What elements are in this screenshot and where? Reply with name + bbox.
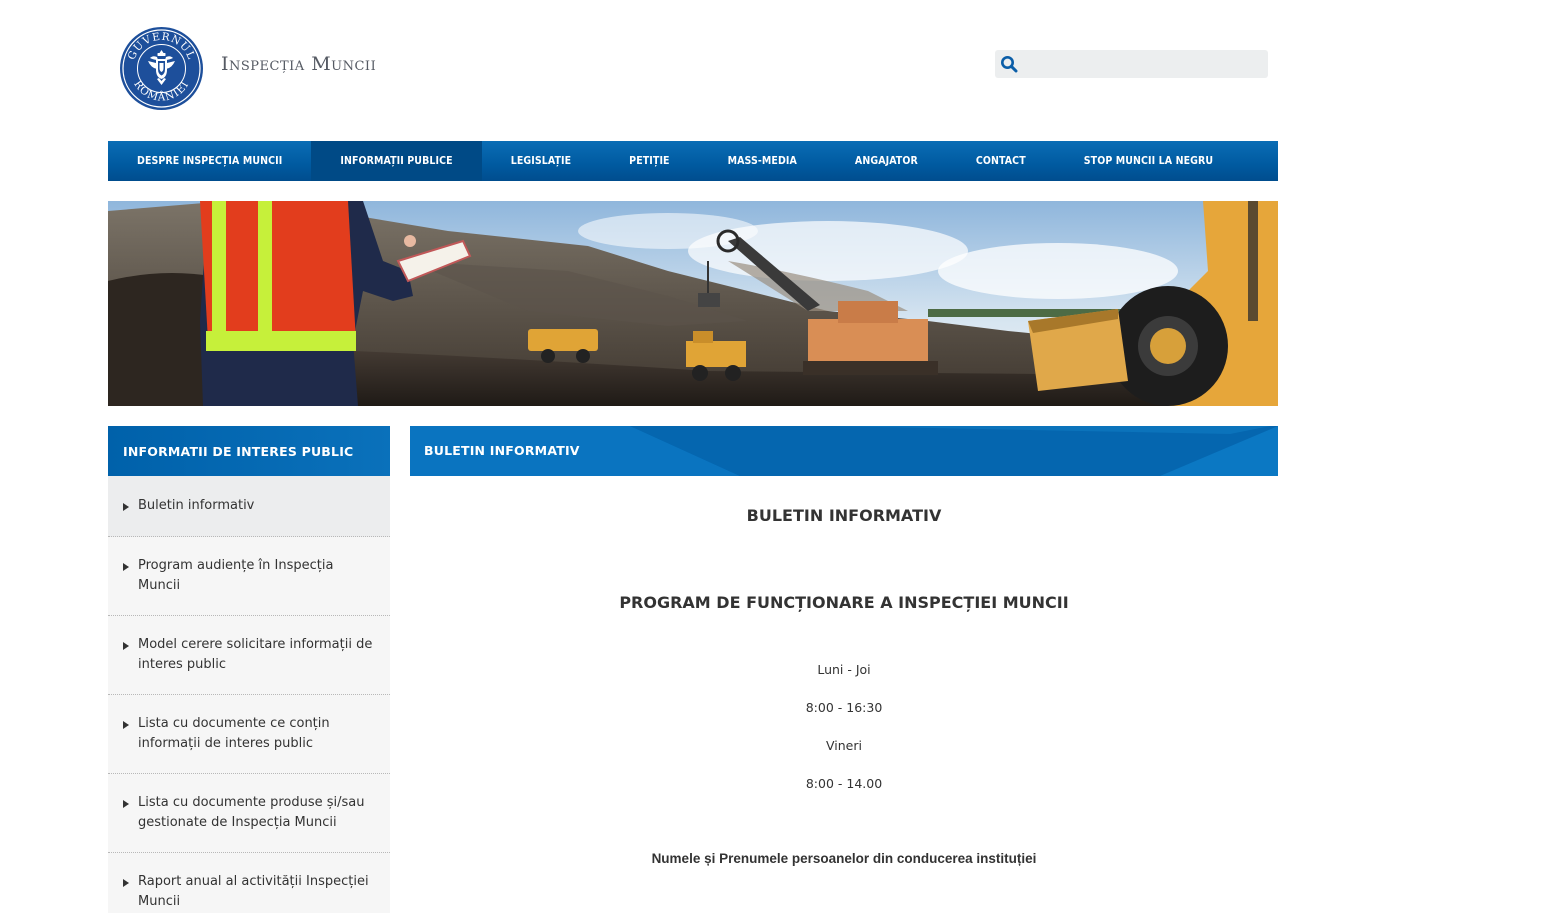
- site-title[interactable]: Inspecția Muncii: [221, 53, 376, 75]
- search-icon[interactable]: [995, 50, 1023, 78]
- government-seal-icon: GUVERNUL ROMÂNIEI: [120, 27, 203, 110]
- main-navigation: DESPRE INSPECȚIA MUNCII INFORMAȚII PUBLI…: [108, 141, 1278, 181]
- nav-item-stop-munca-la-negru[interactable]: STOP MUNCII LA NEGRU: [1055, 141, 1242, 181]
- schedule-days-2: Vineri: [826, 738, 862, 753]
- sidebar-item-program-audiente[interactable]: Program audiențe în Inspecția Muncii: [108, 537, 390, 616]
- schedule-hours-1: 8:00 - 16:30: [805, 700, 883, 715]
- schedule-heading: PROGRAM DE FUNCȚIONARE A INSPECȚIEI MUNC…: [619, 593, 1069, 612]
- nav-item-despre[interactable]: DESPRE INSPECȚIA MUNCII: [123, 141, 311, 181]
- sidebar-title: INFORMATII DE INTERES PUBLIC: [108, 426, 390, 476]
- search-input[interactable]: [1023, 50, 1268, 78]
- content-section-header: BULETIN INFORMATIV: [410, 426, 1278, 476]
- nav-item-informatii-publice[interactable]: INFORMAȚII PUBLICE: [311, 141, 482, 181]
- content-section-title: BULETIN INFORMATIV: [424, 443, 580, 458]
- sidebar-item-buletin-informativ[interactable]: Buletin informativ: [108, 476, 390, 537]
- search-box: [995, 50, 1268, 78]
- schedule-hours-2: 8:00 - 14.00: [805, 776, 883, 791]
- content-heading: BULETIN INFORMATIV: [746, 506, 942, 525]
- sidebar: INFORMATII DE INTERES PUBLIC Buletin inf…: [108, 426, 390, 913]
- nav-item-legislatie[interactable]: LEGISLAȚIE: [482, 141, 600, 181]
- leadership-label: Numele și Prenumele persoanelor din cond…: [651, 851, 1037, 866]
- nav-item-contact[interactable]: CONTACT: [947, 141, 1055, 181]
- schedule-days-1: Luni - Joi: [817, 662, 871, 677]
- nav-item-mass-media[interactable]: MASS-MEDIA: [699, 141, 826, 181]
- government-logo[interactable]: GUVERNUL ROMÂNIEI: [119, 26, 204, 111]
- hero-banner-image: [108, 201, 1278, 406]
- sidebar-item-lista-documente-produse[interactable]: Lista cu documente produse și/sau gestio…: [108, 774, 390, 853]
- sidebar-item-lista-documente-interes-public[interactable]: Lista cu documente ce conțin informații …: [108, 695, 390, 774]
- nav-item-angajator[interactable]: ANGAJATOR: [826, 141, 947, 181]
- nav-item-petitie[interactable]: PETIȚIE: [600, 141, 698, 181]
- sidebar-item-raport-anual[interactable]: Raport anual al activității Inspecției M…: [108, 853, 390, 913]
- sidebar-item-model-cerere[interactable]: Model cerere solicitare informații de in…: [108, 616, 390, 695]
